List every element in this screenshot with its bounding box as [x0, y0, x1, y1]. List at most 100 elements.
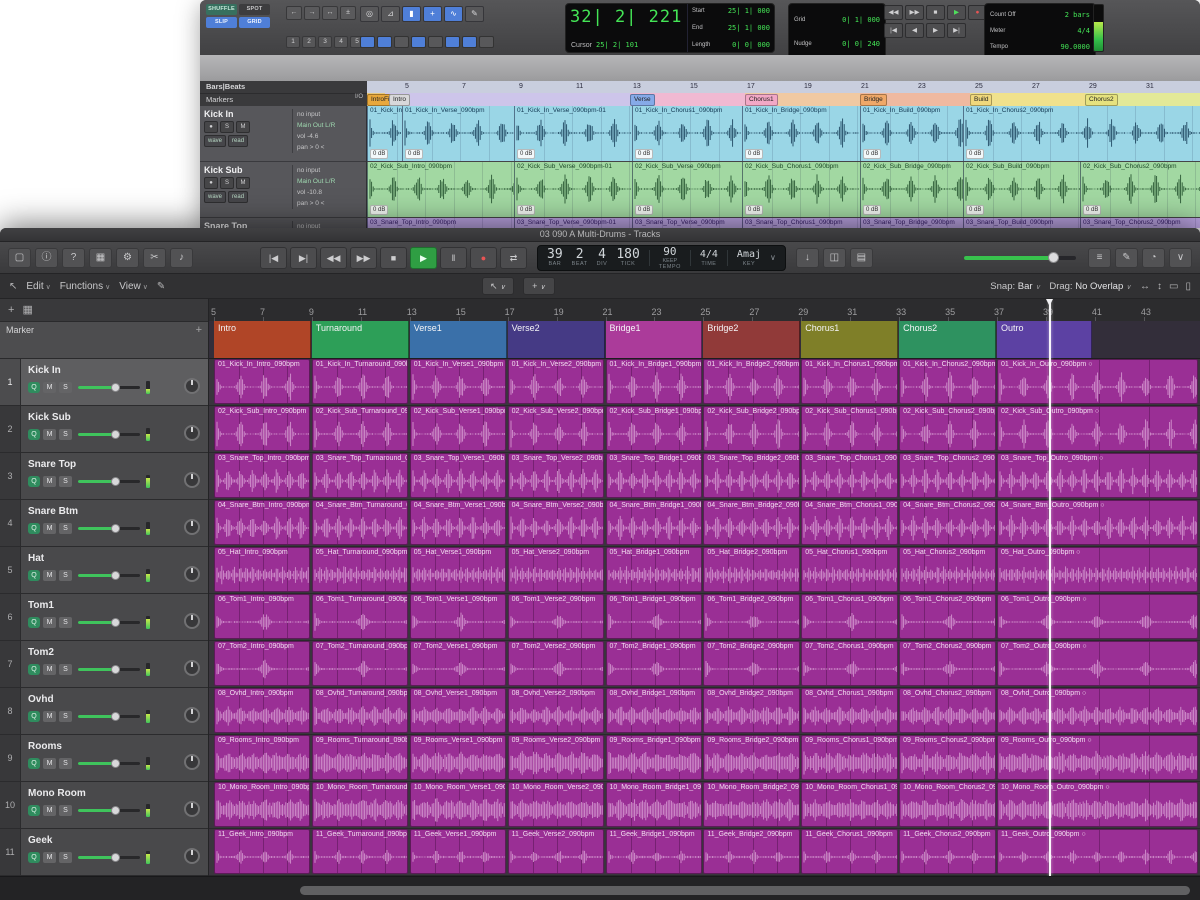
audio-region[interactable]: 10_Mono_Room_Chorus2_090bpm [899, 782, 995, 827]
pan-knob[interactable] [184, 519, 200, 535]
read-selector[interactable]: read [228, 191, 248, 203]
audio-region[interactable]: 02_Kick_Sub_Chorus1_090bpm [801, 406, 897, 451]
volume-knob[interactable] [111, 853, 120, 862]
audio-region[interactable]: 08_Ovhd_Verse1_090bpm [410, 688, 506, 733]
region-gain-badge[interactable]: 0 dB [966, 149, 984, 159]
volume-slider[interactable] [78, 433, 140, 436]
arrangement-marker-verse1[interactable]: Verse1 [410, 321, 507, 358]
audio-region[interactable]: 09_Rooms_Bridge1_090bpm [606, 735, 702, 780]
edit-mode-slip[interactable]: SLIP [206, 17, 237, 28]
mute-button[interactable]: M [236, 177, 250, 189]
mute-button[interactable]: M [43, 523, 56, 534]
pan-knob[interactable] [184, 566, 200, 582]
volume-knob[interactable] [111, 571, 120, 580]
audio-region[interactable]: 01_Kick_In_Verse_090bpm0 dB [402, 106, 514, 161]
mute-button[interactable]: M [43, 852, 56, 863]
audio-region[interactable]: 01_Kick_In_Bridge1_090bpm [606, 359, 702, 404]
logic-lcd-display[interactable]: 39BAR 2BEAT 4DIV 180TICK 90KEEPTEMPO 4/4… [537, 245, 786, 271]
playhead[interactable] [1049, 299, 1051, 876]
edit-mode-shuffle[interactable]: SHUFFLE [206, 4, 237, 15]
audio-region[interactable]: 01_Kick_In_Chorus1_090bpm0 dB [632, 106, 742, 161]
audio-region[interactable]: 02_Kick_Sub_Bridge1_090bpm [606, 406, 702, 451]
quantize-badge[interactable]: Q [28, 617, 40, 628]
zoomer-tool-icon[interactable]: ◎ [360, 6, 379, 22]
solo-button[interactable]: S [59, 570, 72, 581]
pan-knob[interactable] [184, 425, 200, 441]
mute-button[interactable]: M [43, 476, 56, 487]
audio-region[interactable]: 01_Kick_In_Chorus2_090bpm0 dB [963, 106, 1200, 161]
note-pads-icon[interactable]: ✎ [1115, 248, 1138, 268]
audio-region[interactable]: 09_Rooms_Turnaround_090bpm [312, 735, 408, 780]
region-gain-badge[interactable]: 0 dB [370, 205, 388, 215]
audio-region[interactable]: 03_Snare_Top_Chorus1_090bpm0 dB [742, 218, 860, 228]
cycle-button[interactable]: ⇄ [500, 247, 527, 269]
edit-toggle-7[interactable] [462, 36, 477, 48]
zoom-vertical-icon[interactable]: ± [340, 6, 356, 20]
audio-region[interactable]: 01_Kick_In_Chorus1_090bpm [801, 359, 897, 404]
inspector-icon[interactable]: ⓘ [35, 248, 58, 268]
audio-region[interactable]: 05_Hat_Intro_090bpm [214, 547, 310, 592]
zoom-toggle-icon[interactable]: ↔ [322, 6, 338, 20]
pan-knob[interactable] [184, 378, 200, 394]
quantize-badge[interactable]: Q [28, 805, 40, 816]
audio-region[interactable]: 08_Ovhd_Verse2_090bpm [508, 688, 604, 733]
volume-knob[interactable] [111, 712, 120, 721]
pt-track-header-snare-top[interactable]: Snare Top●SMwavereadno inputMain Out L/R… [200, 218, 367, 228]
arrangement-marker-turnaround[interactable]: Turnaround [312, 321, 409, 358]
read-selector[interactable]: read [228, 135, 248, 147]
audio-region[interactable]: 08_Ovhd_Turnaround_090bpm [312, 688, 408, 733]
audio-region[interactable]: 11_Geek_Turnaround_090bpm [312, 829, 408, 874]
edit-toggle-1[interactable] [360, 36, 375, 48]
audio-region[interactable]: 05_Hat_Turnaround_090bpm [312, 547, 408, 592]
region-gain-badge[interactable]: 0 dB [1083, 205, 1101, 215]
track-header-ovhd[interactable]: 8OvhdQMS [0, 688, 208, 735]
input-assignment[interactable]: no input [297, 165, 369, 176]
mixer-icon[interactable]: ◫ [823, 248, 846, 268]
pt-go-start-button[interactable]: |◀ [884, 23, 903, 38]
quantize-badge[interactable]: Q [28, 429, 40, 440]
volume-slider[interactable] [78, 574, 140, 577]
audio-region[interactable]: 09_Rooms_Chorus2_090bpm [899, 735, 995, 780]
audio-region[interactable]: 01_Kick_In_Bridge_090bpm0 dB [742, 106, 860, 161]
go-to-end-button[interactable]: ▶| [290, 247, 317, 269]
solo-button[interactable]: S [59, 523, 72, 534]
audio-region[interactable]: 02_Kick_Sub_Verse_090bpm0 dB [632, 162, 742, 217]
audio-region[interactable]: 11_Geek_Bridge2_090bpm [703, 829, 799, 874]
volume-knob[interactable] [111, 618, 120, 627]
drag-menu[interactable]: Drag: No Overlap ∨ [1049, 281, 1131, 292]
audio-region[interactable]: 08_Ovhd_Chorus1_090bpm [801, 688, 897, 733]
pointer-tool-icon[interactable]: ↖ [9, 281, 17, 292]
volume-slider[interactable] [78, 856, 140, 859]
audio-region[interactable]: 04_Snare_Btm_Turnaround_090bpm [312, 500, 408, 545]
audio-region[interactable]: 02_Kick_Sub_Verse1_090bpm [410, 406, 506, 451]
region-gain-badge[interactable]: 0 dB [966, 205, 984, 215]
track-header-snare-btm[interactable]: 4Snare BtmQMS [0, 500, 208, 547]
stop-button[interactable]: ■ [380, 247, 407, 269]
mute-button[interactable]: M [43, 805, 56, 816]
audio-region[interactable]: 03_Snare_Top_Verse_090bpm-010 dB [514, 218, 632, 228]
track-header-snare-top[interactable]: 3Snare TopQMS [0, 453, 208, 500]
wave-selector[interactable]: wave [204, 191, 226, 203]
volume-slider[interactable] [78, 715, 140, 718]
audio-region[interactable]: 04_Snare_Btm_Verse2_090bpm [508, 500, 604, 545]
audio-region[interactable]: 01_Kick_In_Outro_090bpm ○ [997, 359, 1198, 404]
solo-button[interactable]: S [59, 382, 72, 393]
output-assignment[interactable]: Main Out L/R [297, 120, 369, 131]
arrangement-marker-verse2[interactable]: Verse2 [508, 321, 605, 358]
pan-knob[interactable] [184, 848, 200, 864]
mute-button[interactable]: M [43, 382, 56, 393]
audio-region[interactable]: 05_Hat_Chorus2_090bpm [899, 547, 995, 592]
quick-help-icon[interactable]: ? [62, 248, 85, 268]
arrangement-marker-intro[interactable]: Intro [214, 321, 311, 358]
edit-mode-spot[interactable]: SPOT [239, 4, 270, 15]
audio-region[interactable]: 03_Snare_Top_Chorus2_090bpm [899, 453, 995, 498]
zoom-in-horizontal-icon[interactable]: → [304, 6, 320, 20]
pt-field-value[interactable]: 4/4 [1077, 27, 1090, 35]
audio-region[interactable]: 01_Kick_In_Chorus2_090bpm [899, 359, 995, 404]
audio-region[interactable]: 07_Tom2_Verse2_090bpm [508, 641, 604, 686]
audio-region[interactable]: 09_Rooms_Verse1_090bpm [410, 735, 506, 780]
audio-region[interactable]: 02_Kick_Sub_Chorus2_090bpm [899, 406, 995, 451]
audio-region[interactable]: 02_Kick_Sub_Chorus2_090bpm0 dB [1080, 162, 1200, 217]
audio-region[interactable]: 05_Hat_Outro_090bpm ○ [997, 547, 1198, 592]
audio-region[interactable]: 03_Snare_Top_Chorus1_090bpm [801, 453, 897, 498]
